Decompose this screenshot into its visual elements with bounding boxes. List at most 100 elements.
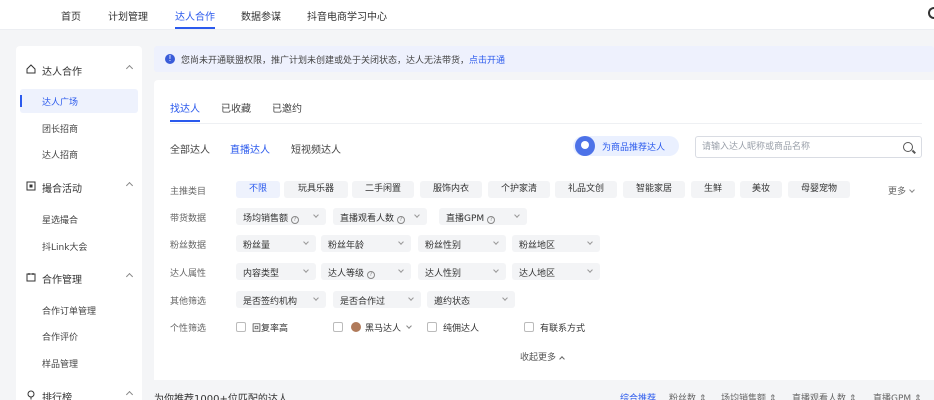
chevron-down-icon: [398, 239, 404, 245]
sidebar-item-orders[interactable]: 合作订单管理: [20, 298, 138, 322]
dropdown-label: 粉丝量: [243, 241, 271, 251]
category-chip[interactable]: 智能家居: [623, 181, 685, 198]
search-input[interactable]: [702, 140, 892, 154]
check-dark-horse[interactable]: 黑马达人: [333, 321, 417, 334]
fans-dropdown[interactable]: 粉丝性别: [418, 235, 506, 252]
user-menu-icon[interactable]: [928, 7, 934, 19]
fans-dropdown[interactable]: 粉丝地区: [512, 235, 600, 252]
result-count-text: 为你推荐1000+位匹配的达人: [154, 394, 288, 400]
category-chip[interactable]: 个护家清: [488, 181, 550, 198]
sidebar-item-star-matching[interactable]: 星选撮合: [20, 207, 138, 231]
dropdown-label: 直播观看人数: [340, 214, 395, 224]
fans-dropdown[interactable]: 粉丝年龄: [321, 235, 411, 252]
sort-avg-sales[interactable]: 场均销售额 ⇕: [721, 391, 776, 400]
manage-icon: [26, 273, 36, 282]
subtab-live[interactable]: 直播达人: [230, 141, 270, 156]
sidebar-item-label: 星选撮合: [42, 216, 79, 226]
check-has-contact[interactable]: 有联系方式: [524, 321, 598, 334]
chevron-down-icon: [406, 323, 412, 329]
filter-label-attr: 达人属性: [170, 269, 207, 279]
permission-notice: ! 您尚未开通联盟权限，推广计划未创建或处于关闭状态，达人无法带货，点击开通: [154, 46, 934, 72]
category-chip[interactable]: 生鲜: [691, 181, 735, 198]
attr-dropdown[interactable]: 内容类型: [236, 263, 316, 280]
tab-invited[interactable]: 已邀约: [272, 100, 302, 115]
active-bar: [20, 95, 22, 107]
nav-data-insights[interactable]: 数据参谋: [241, 8, 281, 23]
dropdown-label: 是否签约机构: [243, 297, 298, 307]
chevron-down-icon: [493, 267, 499, 273]
chevron-down-icon: [493, 239, 499, 245]
dropdown-label-wrap: 达人等级?: [328, 266, 376, 279]
sidebar-item-label: 团长招商: [42, 125, 79, 135]
sales-dropdown[interactable]: 场均销售额?: [236, 208, 326, 225]
sidebar-item-dou-link[interactable]: 抖Link大会: [20, 234, 138, 258]
sidebar-group-influencer[interactable]: 达人合作: [16, 60, 142, 80]
dropdown-label: 达人地区: [519, 269, 556, 279]
sort-comprehensive[interactable]: 综合推荐: [620, 391, 656, 400]
help-icon: ?: [367, 271, 376, 279]
chevron-up-icon: [125, 390, 134, 399]
chevron-up-icon: [125, 272, 134, 281]
activate-link[interactable]: 点击开通: [469, 56, 505, 66]
nav-learning-center[interactable]: 抖音电商学习中心: [307, 8, 387, 23]
category-chip[interactable]: 母婴宠物: [788, 181, 850, 198]
dropdown-label-wrap: 直播GPM?: [446, 211, 496, 224]
category-chip[interactable]: 不限: [236, 181, 280, 198]
category-chip[interactable]: 服饰内衣: [420, 181, 482, 198]
sidebar-item-team-leader[interactable]: 团长招商: [20, 116, 138, 140]
sales-dropdown[interactable]: 直播观看人数?: [333, 208, 427, 225]
checkbox[interactable]: [236, 322, 246, 332]
tab-find-influencer[interactable]: 找达人: [170, 100, 200, 115]
nav-home[interactable]: 首页: [61, 8, 81, 23]
sidebar-group-label: 排行榜: [42, 393, 72, 400]
checkbox[interactable]: [524, 322, 534, 332]
fans-dropdown[interactable]: 粉丝量: [236, 235, 316, 252]
dropdown-label: 场均销售额: [243, 214, 289, 224]
chevron-down-icon: [303, 267, 309, 273]
sidebar-item-samples[interactable]: 样品管理: [20, 351, 138, 375]
info-icon: !: [165, 54, 175, 64]
search-icon[interactable]: [903, 142, 913, 152]
category-chip[interactable]: 礼品文创: [555, 181, 617, 198]
avatar-icon: [351, 322, 361, 332]
sort-live-gpm[interactable]: 直播GPM ⇕: [873, 391, 922, 400]
attr-dropdown[interactable]: 达人地区: [512, 263, 600, 280]
category-chip[interactable]: 美妆: [740, 181, 782, 198]
category-chip[interactable]: 二手闲置: [352, 181, 414, 198]
sidebar-group-cooperation[interactable]: 合作管理: [16, 268, 142, 288]
sidebar-group-ranking[interactable]: 排行榜: [16, 386, 142, 400]
collapse-label: 收起更多: [520, 353, 557, 363]
more-categories-button[interactable]: 更多: [888, 184, 915, 197]
help-icon: ?: [487, 216, 496, 224]
sidebar-item-influencer-recruit[interactable]: 达人招商: [20, 142, 138, 166]
collapse-more-button[interactable]: 收起更多: [520, 350, 565, 363]
chevron-up-icon: [125, 64, 134, 73]
attr-dropdown[interactable]: 达人性别: [418, 263, 506, 280]
subtab-all[interactable]: 全部达人: [170, 141, 210, 156]
sort-live-viewers[interactable]: 直播观看人数 ⇕: [792, 391, 856, 400]
recommend-label: 为商品推荐达人: [602, 143, 666, 153]
other-dropdown[interactable]: 是否合作过: [333, 291, 421, 308]
filter-label-personal: 个性筛选: [170, 324, 207, 334]
sales-dropdown[interactable]: 直播GPM?: [439, 208, 527, 225]
dropdown-label: 内容类型: [243, 269, 280, 279]
sort-fans[interactable]: 粉丝数 ⇕: [669, 391, 706, 400]
other-dropdown[interactable]: 是否签约机构: [236, 291, 326, 308]
nav-plan-management[interactable]: 计划管理: [108, 8, 148, 23]
recommend-button[interactable]: 为商品推荐达人: [573, 136, 679, 156]
subtab-short-video[interactable]: 短视频达人: [291, 141, 341, 156]
other-dropdown[interactable]: 邀约状态: [427, 291, 515, 308]
checkbox[interactable]: [427, 322, 437, 332]
attr-dropdown[interactable]: 达人等级?: [321, 263, 411, 280]
nav-influencer-cooperation[interactable]: 达人合作: [175, 8, 215, 23]
sidebar: 达人合作 达人广场 团长招商 达人招商 撮合活动 星选撮合 抖Link大会 合作…: [16, 46, 142, 400]
check-high-reply[interactable]: 回复率高: [236, 321, 306, 334]
sidebar-item-influencer-square[interactable]: 达人广场: [20, 89, 138, 113]
sidebar-group-matching[interactable]: 撮合活动: [16, 177, 142, 197]
category-chip[interactable]: 玩具乐器: [284, 181, 348, 198]
check-pure-commission[interactable]: 纯佣达人: [427, 321, 497, 334]
filter-label-category: 主推类目: [170, 187, 207, 197]
sidebar-item-reviews[interactable]: 合作评价: [20, 324, 138, 348]
checkbox[interactable]: [333, 322, 343, 332]
tab-favorites[interactable]: 已收藏: [221, 100, 251, 115]
